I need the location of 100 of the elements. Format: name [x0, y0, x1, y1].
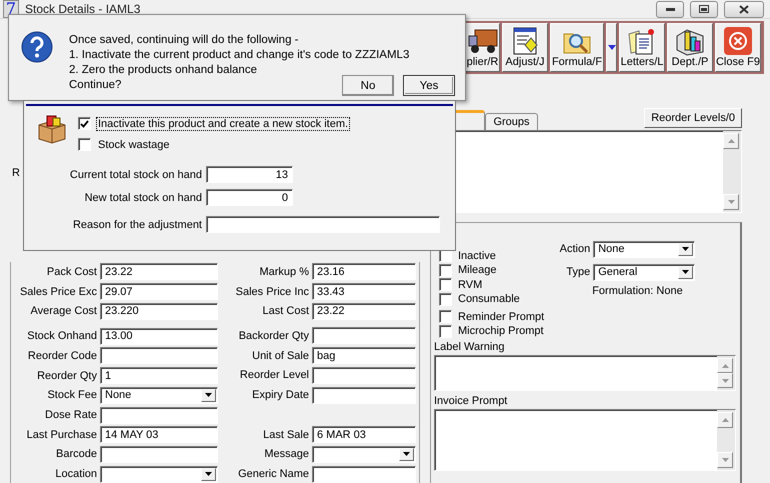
field-label: Reorder Qty [36, 370, 97, 382]
field-label: Last Cost [262, 305, 309, 318]
memo-field[interactable] [434, 355, 736, 391]
scroll-down-button[interactable] [717, 373, 733, 388]
toolbar-button[interactable]: Adjust/J [502, 23, 548, 72]
toolbar-button[interactable]: Letters/L [619, 23, 665, 72]
text-field[interactable] [100, 446, 218, 463]
dropdown-field[interactable] [100, 466, 218, 483]
checkbox-label: Consumable [458, 293, 520, 305]
minimize-icon [666, 8, 674, 10]
dropdown-field[interactable]: None [593, 240, 696, 258]
checkbox[interactable] [439, 292, 452, 306]
message-text: Once saved, continuing will do the following - [69, 33, 298, 48]
text-field[interactable]: 33.43 [312, 283, 416, 300]
text-field[interactable] [312, 386, 416, 404]
field-label: Last Sale [262, 428, 309, 441]
checkbox-label: Mileage [458, 264, 497, 276]
checkbox-label: Inactivate this product and create a new stock item. [97, 118, 350, 130]
window-title: Stock Details - IAML3 [25, 2, 142, 16]
box-icon [36, 113, 68, 145]
text-field[interactable]: 1 [100, 367, 218, 384]
checkbox[interactable] [78, 117, 91, 130]
scrollbar[interactable] [723, 131, 741, 212]
text-field[interactable]: 23.16 [312, 263, 416, 280]
text-field[interactable]: 13.00 [100, 328, 218, 345]
caret-icon [403, 452, 410, 456]
field-label: Reorder Level [238, 369, 309, 382]
scroll-up-icon [722, 364, 728, 368]
text-field[interactable] [312, 366, 416, 384]
dropdown-field[interactable]: General [593, 264, 696, 280]
scrollbar[interactable] [717, 356, 735, 390]
field-label: Dose Rate [44, 409, 97, 421]
field-label: Pack Cost [46, 266, 97, 278]
dialog-button[interactable]: Yes [403, 75, 455, 96]
dropdown-field[interactable]: None [100, 386, 218, 404]
text-field[interactable] [206, 216, 440, 233]
field-label: Current total stock on hand [68, 168, 202, 180]
scrollbar[interactable] [717, 410, 735, 470]
field-label: Stock Fee [46, 389, 97, 402]
text-field[interactable]: 23.22 [312, 302, 416, 320]
text-field[interactable] [312, 327, 416, 344]
close-icon [739, 4, 749, 14]
message-text: 1. Inactivate the current product and change it's code to ZZZIAML3 [69, 48, 410, 63]
checkbox-label: Stock wastage [97, 138, 171, 150]
scroll-up-button[interactable] [717, 412, 733, 428]
checkbox[interactable] [439, 278, 452, 291]
scroll-down-button[interactable] [723, 194, 739, 210]
checkbox[interactable] [78, 138, 91, 151]
scroll-down-icon [728, 200, 734, 204]
caret-icon [682, 247, 690, 251]
text-field[interactable]: 23.220 [100, 302, 218, 320]
field-label: Type [565, 266, 590, 278]
memo-label: Label Warning [434, 341, 506, 355]
field-label: Sales Price Exc [18, 286, 97, 298]
checkbox[interactable] [439, 310, 452, 323]
scroll-up-icon [728, 139, 734, 143]
text-field[interactable]: 14 MAY 03 [100, 426, 218, 444]
message-text: Continue? [69, 78, 122, 93]
maximize-icon [699, 5, 709, 13]
text-field[interactable] [312, 466, 416, 483]
dropdown-button[interactable] [606, 23, 617, 72]
dropdown-button[interactable] [678, 242, 694, 256]
tab[interactable]: Groups [485, 113, 538, 130]
field-label: Barcode [55, 448, 97, 460]
minimize-button[interactable] [656, 0, 684, 18]
scroll-up-button[interactable] [717, 358, 733, 373]
message-text: 2. Zero the products onhand balance [69, 63, 257, 78]
text-field[interactable]: 13 [206, 166, 293, 183]
reorder-levels-button[interactable]: Reorder Levels/0 [644, 108, 742, 128]
toolbar-button[interactable]: Formula/F [550, 23, 604, 72]
dropdown-field[interactable] [312, 446, 416, 463]
field-label: Backorder Qty [238, 330, 309, 342]
field-label: Average Cost [30, 305, 97, 318]
checkbox-label: RVM [458, 278, 482, 290]
close-button[interactable] [724, 0, 764, 18]
text-field[interactable]: bag [312, 347, 416, 364]
memo-field[interactable] [434, 409, 736, 471]
text-field[interactable]: 29.07 [100, 283, 218, 300]
check-icon [80, 120, 89, 128]
text-field[interactable] [100, 347, 218, 364]
field-label: Sales Price Inc [234, 286, 309, 298]
field-label: Markup % [258, 266, 309, 278]
maximize-button[interactable] [690, 0, 718, 18]
text-field[interactable]: 0 [206, 189, 293, 206]
dropdown-button[interactable] [399, 448, 414, 461]
dropdown-button[interactable] [201, 388, 216, 402]
dialog-button[interactable]: No [342, 75, 394, 96]
toolbar-button[interactable]: Dept./P [667, 23, 713, 72]
caret-icon [608, 45, 616, 50]
text-field[interactable] [100, 406, 218, 424]
checkbox[interactable] [439, 324, 452, 338]
text-field[interactable]: 23.22 [100, 263, 218, 280]
scroll-up-button[interactable] [723, 133, 739, 149]
field-label: Last Purchase [26, 428, 97, 441]
text-field[interactable]: 6 MAR 03 [312, 426, 416, 444]
toolbar-button[interactable]: Close F9 [715, 23, 761, 72]
checkbox[interactable] [439, 264, 452, 276]
scroll-down-button[interactable] [717, 452, 733, 468]
dropdown-button[interactable] [201, 468, 216, 481]
dropdown-button[interactable] [678, 266, 694, 278]
